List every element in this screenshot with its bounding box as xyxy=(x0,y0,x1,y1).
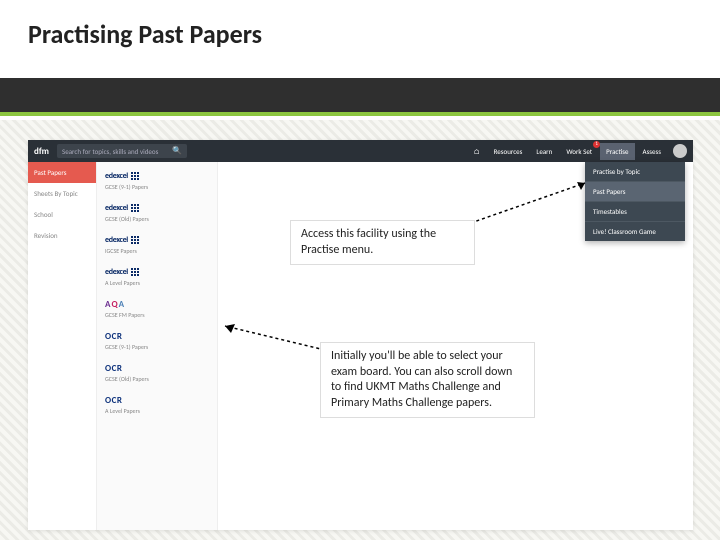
arrow-to-board-list xyxy=(215,320,335,370)
nav-resources[interactable]: Resources xyxy=(488,143,529,160)
board-label: A Level Papers xyxy=(105,407,209,415)
arrow-to-practise-menu xyxy=(460,175,610,235)
board-edexcel-gcse91[interactable]: edexcel GCSE (9-1) Papers xyxy=(97,167,217,199)
board-ocr-alevel[interactable]: OCR A Level Papers xyxy=(97,391,217,423)
nav-home-icon[interactable]: ⌂ xyxy=(467,143,485,160)
ocr-logo: OCR xyxy=(105,395,122,406)
board-edexcel-alevel[interactable]: edexcel A Level Papers xyxy=(97,263,217,295)
aqa-logo: AQA xyxy=(105,299,209,309)
edexcel-dots-icon xyxy=(131,268,139,276)
sidebar-item-school[interactable]: School xyxy=(28,204,96,225)
callout-exam-board: Initially you'll be able to select your … xyxy=(320,342,535,418)
edexcel-logo: edexcel xyxy=(105,171,128,181)
app-topbar: dfm Search for topics, skills and videos… xyxy=(28,140,693,162)
ocr-logo: OCR xyxy=(105,331,122,342)
search-icon[interactable]: 🔍 xyxy=(172,146,182,156)
edexcel-dots-icon xyxy=(131,236,139,244)
board-label: IGCSE Papers xyxy=(105,247,209,255)
board-label: GCSE FM Papers xyxy=(105,311,209,319)
nav-assess[interactable]: Assess xyxy=(637,143,667,160)
nav-learn[interactable]: Learn xyxy=(530,143,558,160)
page-title: Practising Past Papers xyxy=(0,0,720,50)
nav-workset[interactable]: Work Set xyxy=(560,143,598,160)
app-logo: dfm xyxy=(34,146,57,157)
top-nav: ⌂ Resources Learn Work Set Practise Asse… xyxy=(467,143,687,160)
board-ocr-gcse91[interactable]: OCR GCSE (9-1) Papers xyxy=(97,327,217,359)
title-underline-bar xyxy=(0,78,720,116)
edexcel-logo: edexcel xyxy=(105,235,128,245)
board-edexcel-gcseold[interactable]: edexcel GCSE (Old) Papers xyxy=(97,199,217,231)
avatar[interactable] xyxy=(673,144,687,158)
sidebar-item-revision[interactable]: Revision xyxy=(28,225,96,246)
search-placeholder: Search for topics, skills and videos xyxy=(62,147,158,156)
board-label: GCSE (Old) Papers xyxy=(105,215,209,223)
edexcel-logo: edexcel xyxy=(105,203,128,213)
edexcel-logo: edexcel xyxy=(105,267,128,277)
board-ocr-gcseold[interactable]: OCR GCSE (Old) Papers xyxy=(97,359,217,391)
search-input[interactable]: Search for topics, skills and videos 🔍 xyxy=(57,144,187,158)
board-label: A Level Papers xyxy=(105,279,209,287)
sidebar-item-past-papers[interactable]: Past Papers xyxy=(28,162,96,183)
left-sidebar: Past Papers Sheets By Topic School Revis… xyxy=(28,162,96,530)
callout-practise-menu: Access this facility using the Practise … xyxy=(290,220,475,265)
board-edexcel-igcse[interactable]: edexcel IGCSE Papers xyxy=(97,231,217,263)
board-label: GCSE (Old) Papers xyxy=(105,375,209,383)
exam-board-list: edexcel GCSE (9-1) Papers edexcel GCSE (… xyxy=(96,162,218,530)
ocr-logo: OCR xyxy=(105,363,122,374)
board-label: GCSE (9-1) Papers xyxy=(105,183,209,191)
board-label: GCSE (9-1) Papers xyxy=(105,343,209,351)
nav-practise[interactable]: Practise xyxy=(600,143,634,160)
sidebar-item-sheets[interactable]: Sheets By Topic xyxy=(28,183,96,204)
edexcel-dots-icon xyxy=(131,204,139,212)
edexcel-dots-icon xyxy=(131,172,139,180)
board-aqa-gcsefm[interactable]: AQA GCSE FM Papers xyxy=(97,295,217,327)
